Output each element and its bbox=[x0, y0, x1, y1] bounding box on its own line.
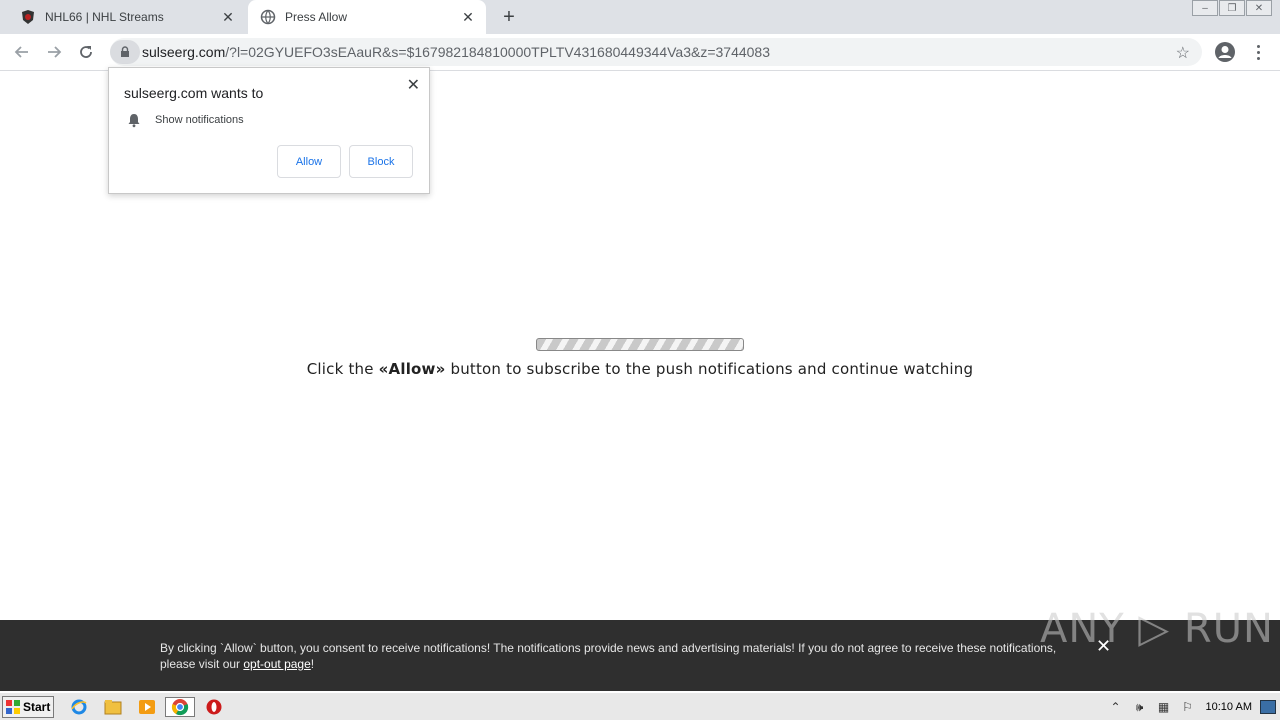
notification-permission-popup: sulseerg.com wants to ✕ Show notificatio… bbox=[108, 67, 430, 194]
globe-icon bbox=[260, 9, 276, 25]
address-bar[interactable]: sulseerg.com/?l=02GYUEFO3sEAauR&s=$16798… bbox=[110, 38, 1202, 66]
media-player-icon[interactable] bbox=[136, 697, 158, 717]
back-arrow-icon[interactable] bbox=[10, 40, 34, 64]
opera-icon[interactable] bbox=[203, 697, 225, 717]
volume-icon[interactable]: 🕪 bbox=[1130, 699, 1150, 715]
url-path: /?l=02GYUEFO3sEAauR&s=$167982184810000TP… bbox=[225, 44, 771, 60]
message-allow-highlight: «Allow» bbox=[378, 360, 446, 378]
tab-title: NHL66 | NHL Streams bbox=[45, 10, 164, 24]
popup-title: sulseerg.com wants to bbox=[124, 85, 264, 101]
internet-explorer-icon[interactable] bbox=[68, 697, 90, 717]
browser-menu-icon[interactable] bbox=[1250, 40, 1266, 64]
network-icon[interactable]: ▦ bbox=[1154, 699, 1174, 715]
new-tab-button[interactable]: + bbox=[498, 6, 520, 28]
file-explorer-icon[interactable] bbox=[102, 697, 124, 717]
start-label: Start bbox=[23, 700, 51, 714]
anyrun-watermark: ANY ▷ RUN bbox=[1040, 606, 1274, 652]
allow-button[interactable]: Allow bbox=[277, 145, 341, 178]
popup-close-icon[interactable]: ✕ bbox=[407, 75, 420, 95]
clock[interactable]: 10:10 AM bbox=[1206, 701, 1252, 713]
message-text: button to subscribe to the push notifica… bbox=[445, 360, 974, 378]
forward-arrow-icon[interactable] bbox=[42, 40, 66, 64]
profile-avatar-icon[interactable] bbox=[1214, 41, 1236, 63]
url-host: sulseerg.com bbox=[142, 44, 226, 60]
action-center-flag-icon[interactable]: ⚐ bbox=[1178, 699, 1198, 715]
start-button[interactable]: Start bbox=[2, 696, 54, 718]
window-controls: – ❐ ✕ bbox=[1191, 0, 1272, 16]
tab-title: Press Allow bbox=[285, 10, 348, 24]
bell-icon bbox=[126, 112, 142, 128]
minimize-icon[interactable]: – bbox=[1192, 0, 1218, 16]
tab-press-allow[interactable]: Press Allow ✕ bbox=[248, 0, 486, 34]
close-window-icon[interactable]: ✕ bbox=[1246, 0, 1272, 16]
close-tab-icon[interactable]: ✕ bbox=[460, 9, 476, 25]
nhl-shield-icon bbox=[20, 9, 36, 25]
system-tray: ⌃ 🕪 ▦ ⚐ 10:10 AM bbox=[1102, 693, 1280, 721]
permission-label: Show notifications bbox=[155, 114, 244, 126]
block-button[interactable]: Block bbox=[349, 145, 413, 178]
subscribe-message: Click the «Allow» button to subscribe to… bbox=[0, 360, 1280, 378]
show-desktop-icon[interactable] bbox=[1260, 700, 1276, 714]
windows-taskbar: Start ⌃ 🕪 ▦ ⚐ 10:10 AM bbox=[0, 692, 1280, 720]
reload-icon[interactable] bbox=[74, 40, 98, 64]
permission-row: Show notifications bbox=[126, 112, 244, 128]
banner-text: By clicking `Allow` button, you consent … bbox=[160, 640, 1090, 672]
windows-logo-icon bbox=[5, 699, 21, 715]
browser-toolbar: sulseerg.com/?l=02GYUEFO3sEAauR&s=$16798… bbox=[0, 34, 1280, 71]
lock-icon[interactable] bbox=[110, 40, 140, 64]
url-text: sulseerg.com/?l=02GYUEFO3sEAauR&s=$16798… bbox=[142, 44, 770, 60]
tab-nhl66[interactable]: NHL66 | NHL Streams ✕ bbox=[8, 0, 246, 34]
tab-strip: NHL66 | NHL Streams ✕ Press Allow ✕ + – … bbox=[0, 0, 1280, 34]
banner-message-end: ! bbox=[310, 657, 315, 671]
close-tab-icon[interactable]: ✕ bbox=[220, 9, 236, 25]
message-text: Click the bbox=[306, 360, 379, 378]
restore-icon[interactable]: ❐ bbox=[1219, 0, 1245, 16]
bookmark-star-icon[interactable]: ☆ bbox=[1176, 43, 1190, 63]
loading-progress-bar bbox=[536, 338, 744, 351]
opt-out-link[interactable]: opt-out page bbox=[243, 657, 310, 671]
show-hidden-icons-icon[interactable]: ⌃ bbox=[1106, 699, 1126, 715]
chrome-taskbar-icon[interactable] bbox=[165, 697, 195, 717]
